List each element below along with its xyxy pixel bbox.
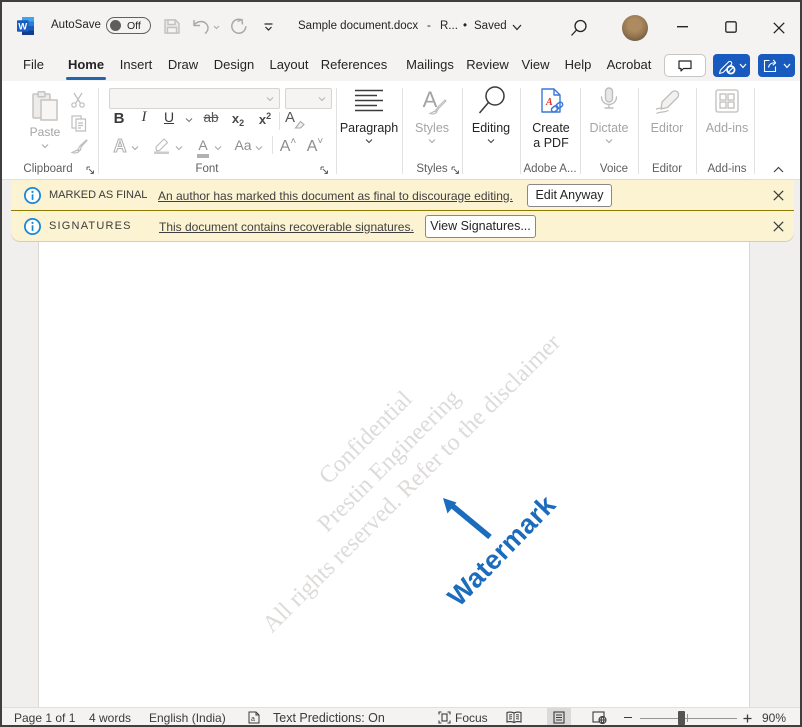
svg-text:a: a bbox=[251, 716, 255, 723]
svg-text:A: A bbox=[545, 97, 553, 108]
svg-text:W: W bbox=[18, 21, 27, 32]
